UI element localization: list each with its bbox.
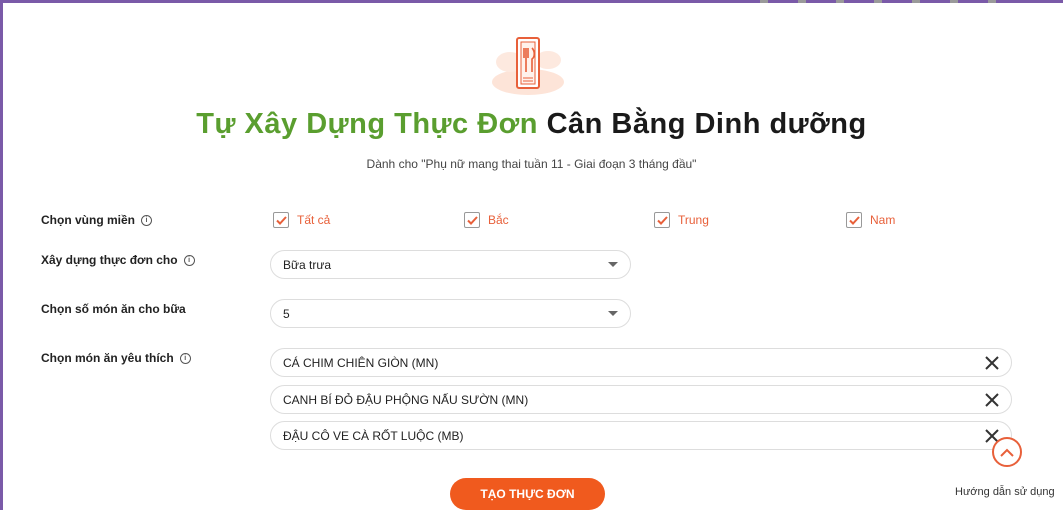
checkbox-checked-icon[interactable] [464, 212, 480, 228]
region-checkbox-central[interactable]: Trung [654, 212, 709, 228]
checkbox-checked-icon[interactable] [846, 212, 862, 228]
chevron-down-icon [608, 262, 618, 267]
info-icon[interactable]: i [179, 352, 191, 364]
favorite-dish-name: CÁ CHIM CHIÊN GIÒN (MN) [283, 355, 439, 370]
favorites-label: Chọn món ăn yêu thích i [41, 351, 191, 365]
region-option-label: Trung [678, 213, 709, 227]
remove-dish-button[interactable] [981, 389, 1003, 411]
close-icon [985, 392, 999, 407]
chevron-down-icon [608, 311, 618, 316]
favorite-dish-item[interactable]: CÁ CHIM CHIÊN GIÒN (MN) [270, 348, 1012, 377]
region-option-label: Tất cả [297, 213, 331, 227]
favorite-dish-item[interactable]: ĐẬU CÔ VE CÀ RỐT LUỘC (MB) [270, 421, 1012, 450]
check-icon [275, 215, 287, 225]
page-title-highlight: Tự Xây Dựng Thực Đơn [196, 108, 539, 140]
region-checkbox-all[interactable]: Tất cả [273, 212, 330, 228]
remove-dish-button[interactable] [981, 352, 1003, 374]
info-icon[interactable]: i [183, 254, 195, 266]
region-option-label: Bắc [488, 213, 509, 227]
create-menu-button[interactable]: TẠO THỰC ĐƠN [450, 478, 605, 510]
checkbox-checked-icon[interactable] [273, 212, 289, 228]
favorites-label-text: Chọn món ăn yêu thích [41, 351, 174, 365]
check-icon [656, 215, 668, 225]
meal-label-text: Xây dựng thực đơn cho [41, 253, 178, 267]
dish-count-label-text: Chọn số món ăn cho bữa [41, 302, 186, 316]
scroll-to-top-button[interactable] [992, 437, 1022, 467]
meal-select[interactable]: Bữa trưa [270, 250, 631, 279]
region-label-text: Chọn vùng miền [41, 213, 135, 227]
dish-count-label: Chọn số món ăn cho bữa [41, 302, 186, 316]
chevron-up-icon [1000, 448, 1014, 457]
check-icon [466, 215, 478, 225]
meal-select-value: Bữa trưa [283, 257, 332, 272]
user-guide-link[interactable]: Hướng dẫn sử dụng [955, 486, 1055, 498]
dish-count-select-value: 5 [283, 306, 290, 321]
page-subtitle: Dành cho "Phụ nữ mang thai tuần 11 - Gia… [366, 157, 697, 171]
meal-label: Xây dựng thực đơn cho i [41, 253, 195, 267]
menu-book-icon [492, 37, 564, 95]
info-icon[interactable]: i [141, 214, 152, 226]
close-icon [985, 355, 999, 370]
favorite-dish-name: CANH BÍ ĐỎ ĐẬU PHỘNG NẤU SƯỜN (MN) [283, 392, 529, 407]
region-checkbox-south[interactable]: Nam [846, 212, 895, 228]
favorite-dish-item[interactable]: CANH BÍ ĐỎ ĐẬU PHỘNG NẤU SƯỜN (MN) [270, 385, 1012, 414]
region-checkbox-north[interactable]: Bắc [464, 212, 509, 228]
check-icon [848, 215, 860, 225]
checkbox-checked-icon[interactable] [654, 212, 670, 228]
top-cutoff-strip [760, 0, 1060, 6]
region-option-label: Nam [870, 213, 896, 227]
region-label: Chọn vùng miền i [41, 213, 152, 227]
page-title-rest: Cân Bằng Dinh dưỡng [546, 108, 867, 140]
dish-count-select[interactable]: 5 [270, 299, 631, 328]
favorite-dish-name: ĐẬU CÔ VE CÀ RỐT LUỘC (MB) [283, 428, 464, 443]
page-title: Tự Xây Dựng Thực Đơn Cân Bằng Dinh dưỡng [0, 108, 1063, 141]
